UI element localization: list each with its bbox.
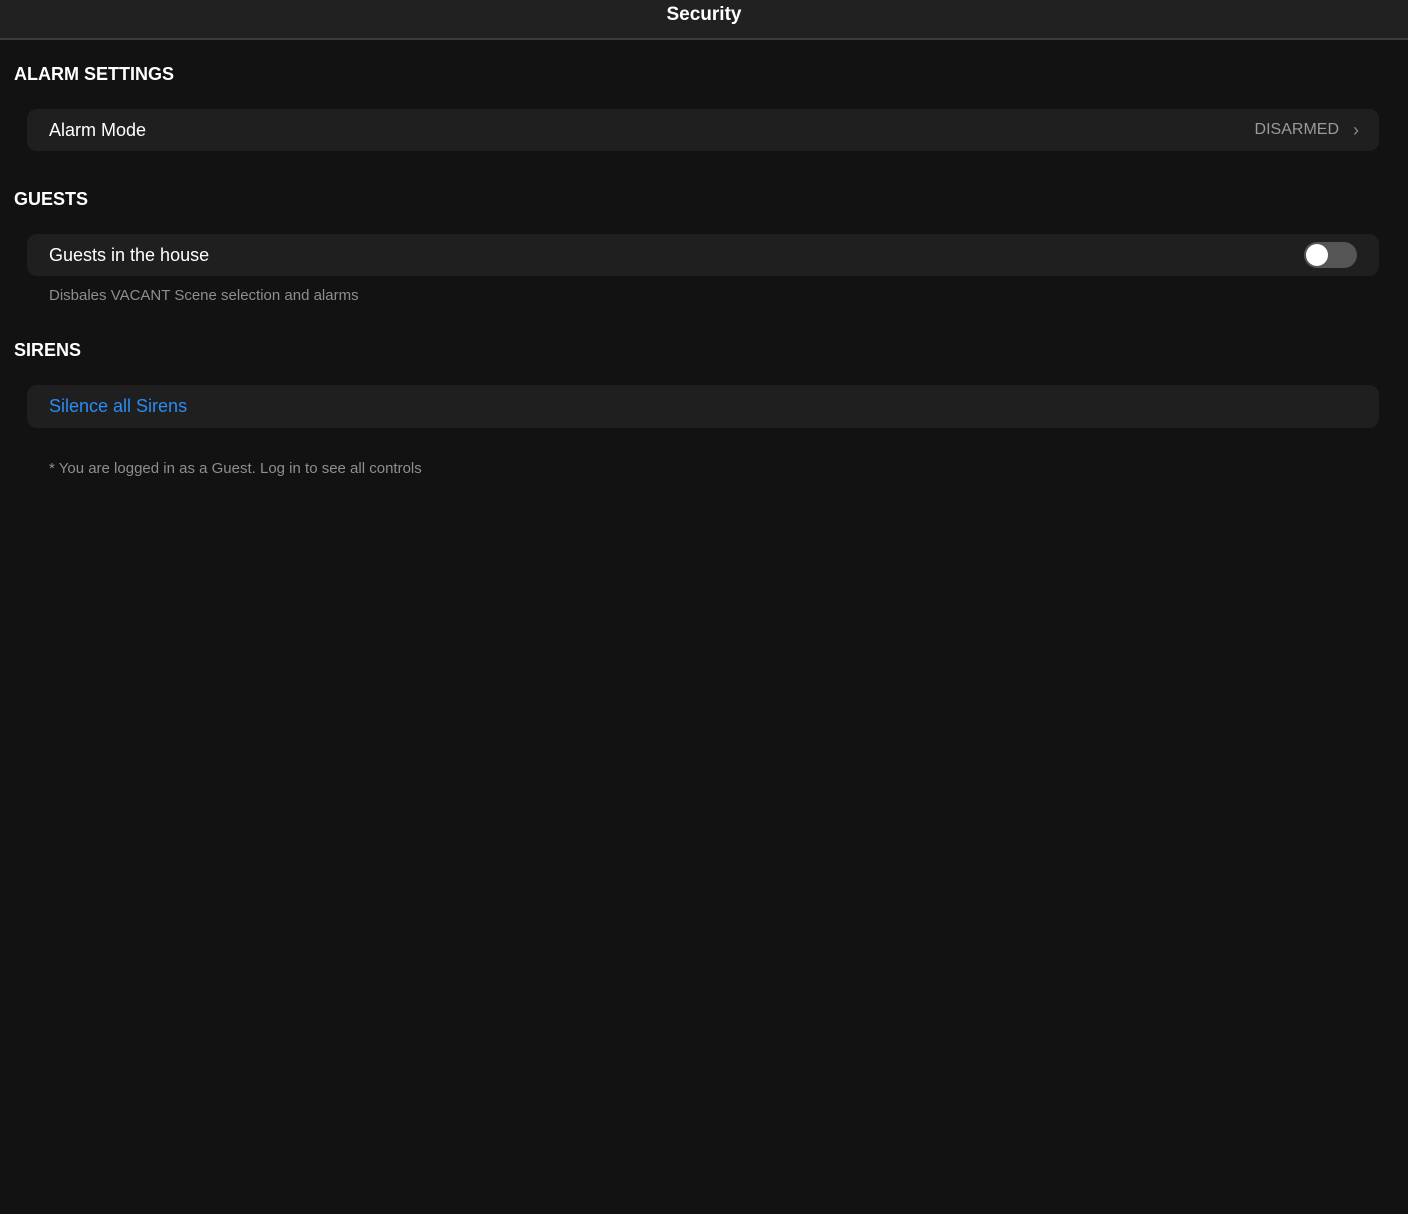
section-alarm-settings: ALARM SETTINGS [14, 64, 174, 84]
guests-row: Guests in the house [27, 234, 1379, 276]
guest-login-note: * You are logged in as a Guest. Log in t… [49, 460, 422, 477]
guests-toggle[interactable] [1304, 242, 1357, 268]
top-bar: Security [0, 0, 1408, 40]
guests-note: Disbales VACANT Scene selection and alar… [49, 287, 359, 304]
section-guests: GUESTS [14, 189, 89, 209]
alarm-mode-row[interactable]: Alarm Mode DISARMED › [27, 109, 1379, 151]
toggle-knob [1306, 244, 1328, 266]
section-sirens: SIRENS [14, 340, 82, 360]
page-title: Security [666, 4, 742, 25]
guests-label: Guests in the house [49, 244, 210, 265]
silence-sirens-button[interactable]: Silence all Sirens [27, 385, 1379, 428]
alarm-mode-value: DISARMED [1254, 121, 1339, 138]
silence-sirens-label: Silence all Sirens [49, 396, 188, 416]
chevron-right-icon: › [1353, 119, 1359, 140]
alarm-mode-label: Alarm Mode [49, 119, 147, 140]
